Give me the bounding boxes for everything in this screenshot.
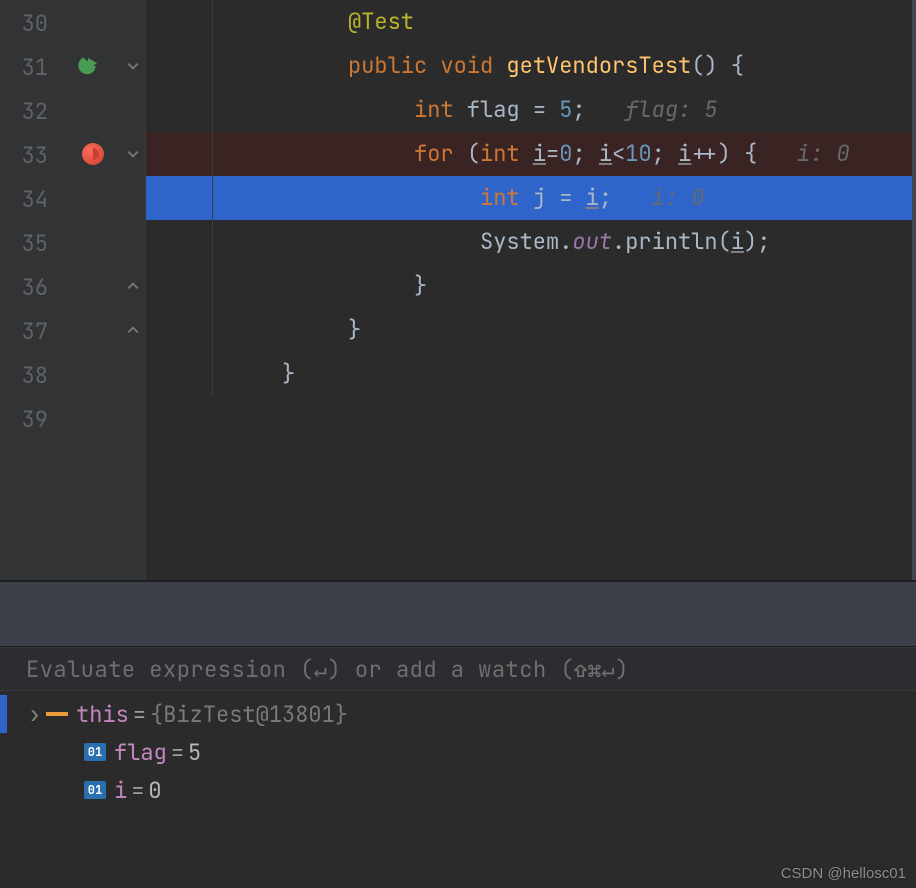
line-number: 39: [0, 398, 48, 442]
line-number: 32: [0, 90, 48, 134]
line-number: 38: [0, 354, 48, 398]
line-number: 34: [0, 178, 48, 222]
equals-sign: =: [167, 738, 188, 767]
variable-value: {BizTest@13801}: [150, 700, 348, 729]
code-line[interactable]: int j = i; i: 0: [146, 176, 912, 220]
variable-value: 5: [188, 738, 201, 767]
line-number: 35: [0, 222, 48, 266]
line-number: 33: [0, 134, 48, 178]
variable-name: this: [76, 700, 129, 729]
code-area[interactable]: @Testpublic void getVendorsTest() {int f…: [146, 0, 916, 580]
variable-row[interactable]: › this = {BizTest@13801}: [0, 695, 916, 733]
equals-sign: =: [129, 700, 150, 729]
run-test-icon[interactable]: [76, 55, 98, 77]
code-line[interactable]: @Test: [146, 0, 912, 44]
code-line[interactable]: for (int i=0; i<10; i++) { i: 0: [146, 132, 912, 176]
line-number: 36: [0, 266, 48, 310]
expand-chevron-icon[interactable]: ›: [28, 700, 46, 729]
line-number: 30: [0, 2, 48, 46]
primitive-icon: 01: [84, 743, 106, 761]
code-line[interactable]: System.out.println(i);: [146, 220, 912, 264]
evaluate-expression-input[interactable]: Evaluate expression (↵) or add a watch (…: [0, 647, 916, 691]
fold-handle-icon[interactable]: [126, 323, 140, 337]
fold-column[interactable]: [126, 0, 146, 580]
breakpoint-icon[interactable]: [82, 143, 104, 165]
variable-name: flag: [114, 738, 167, 767]
variables-tree[interactable]: › this = {BizTest@13801} 01 flag = 5 01 i = 0: [0, 691, 916, 809]
object-icon: [46, 705, 68, 723]
tool-band: [0, 582, 916, 646]
code-line[interactable]: }: [146, 352, 912, 396]
inlay-hint: i: 0: [612, 183, 704, 212]
fold-handle-icon[interactable]: [126, 59, 140, 73]
variable-name: i: [114, 776, 127, 805]
line-number: 37: [0, 310, 48, 354]
variable-row[interactable]: 01 flag = 5: [0, 733, 916, 771]
gutter-markers[interactable]: [64, 0, 126, 580]
primitive-icon: 01: [84, 781, 106, 799]
code-editor: 30313233343536373839 @Testpublic void ge…: [0, 0, 916, 580]
equals-sign: =: [127, 776, 148, 805]
fold-handle-icon[interactable]: [126, 147, 140, 161]
watermark: CSDN @hellosc01: [781, 865, 906, 882]
fold-handle-icon[interactable]: [126, 279, 140, 293]
current-frame-stripe: [0, 695, 7, 733]
debug-pane: Evaluate expression (↵) or add a watch (…: [0, 646, 916, 886]
code-line[interactable]: public void getVendorsTest() {: [146, 44, 912, 88]
code-line[interactable]: int flag = 5; flag: 5: [146, 88, 912, 132]
code-line[interactable]: }: [146, 264, 912, 308]
line-number: 31: [0, 46, 48, 90]
inlay-hint: flag: 5: [586, 95, 718, 124]
code-line[interactable]: }: [146, 308, 912, 352]
line-number-gutter: 30313233343536373839: [0, 0, 64, 580]
variable-value: 0: [148, 776, 161, 805]
code-line[interactable]: [146, 396, 912, 440]
inlay-hint: i: 0: [757, 139, 849, 168]
variable-row[interactable]: 01 i = 0: [0, 771, 916, 809]
